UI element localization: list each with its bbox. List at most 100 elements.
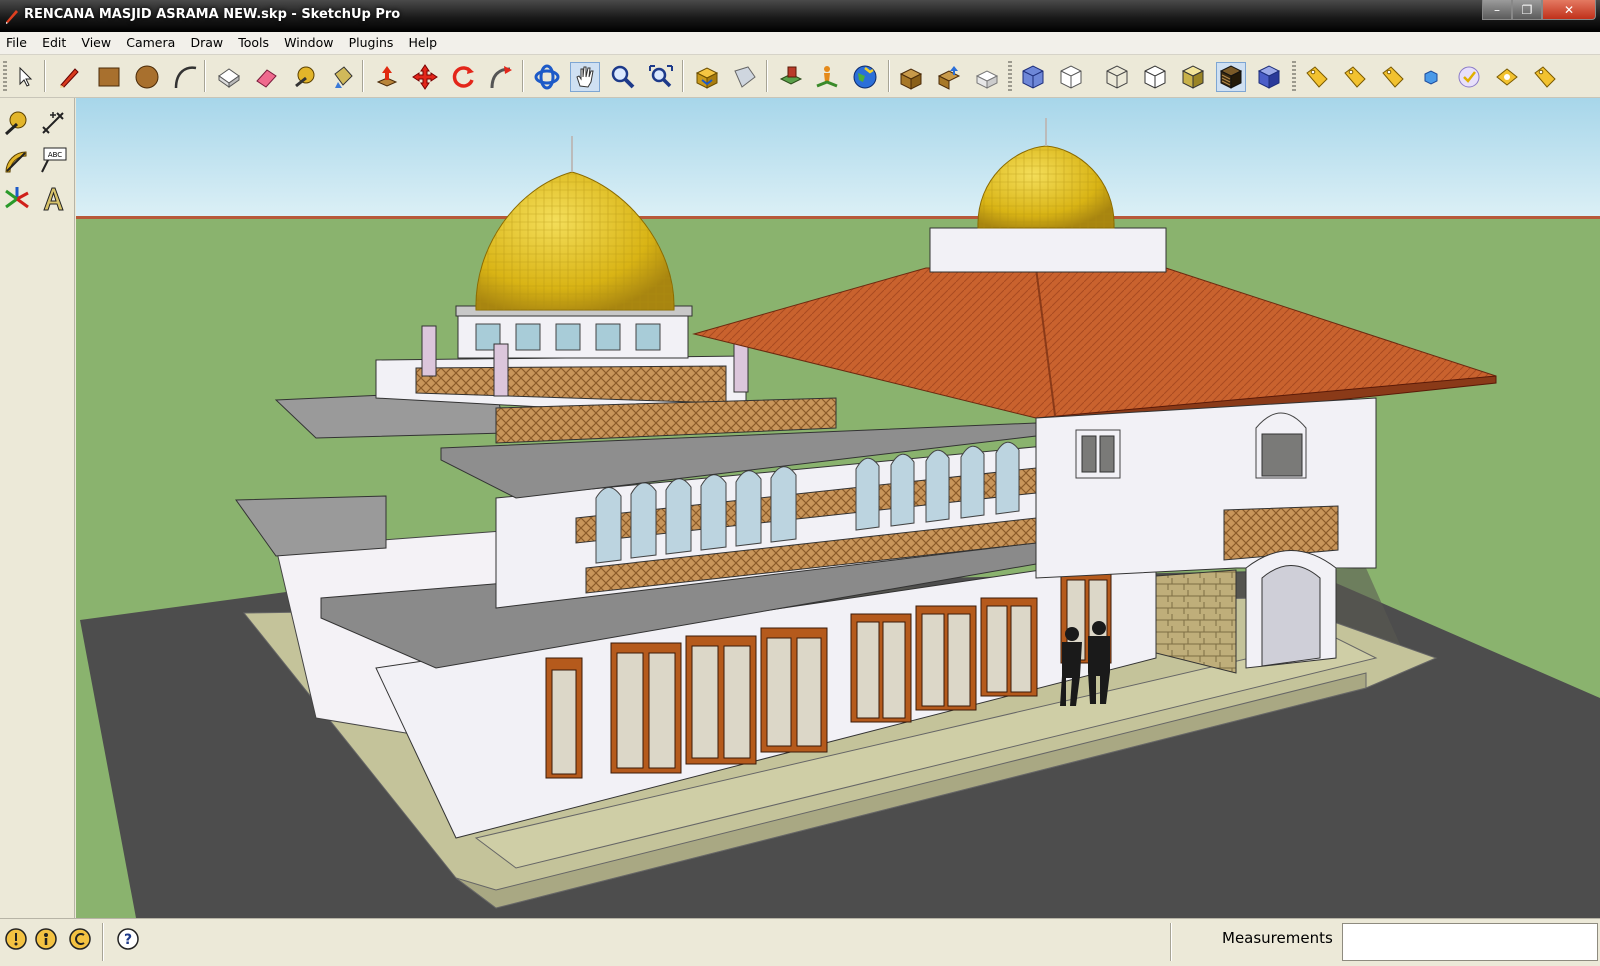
drawing-area-viewport[interactable] xyxy=(76,98,1600,918)
tape-measure-icon xyxy=(4,111,27,136)
zoom-extents-icon xyxy=(649,65,673,88)
text-label-icon: ABC xyxy=(41,147,67,173)
orbit-tool-button[interactable] xyxy=(532,62,562,92)
get-models-button[interactable] xyxy=(692,62,722,92)
tape-measure-tool-button[interactable] xyxy=(290,62,320,92)
zoom-magnifier-icon xyxy=(611,65,635,89)
arc-tool-button[interactable] xyxy=(170,62,200,92)
follow-me-tool-button[interactable] xyxy=(486,62,516,92)
sketchup-app-icon xyxy=(6,10,18,24)
pan-hand-icon xyxy=(576,66,594,88)
menu-camera[interactable]: Camera xyxy=(120,32,180,50)
zoom-extents-button[interactable] xyxy=(646,62,676,92)
upload-component-button[interactable] xyxy=(934,62,964,92)
plugin-tag-3-button[interactable] xyxy=(1378,62,1408,92)
minimize-button[interactable]: – xyxy=(1482,0,1512,20)
dimension-tool-button[interactable] xyxy=(36,106,70,140)
tape-measure-icon xyxy=(295,66,315,88)
shaded-style-button[interactable] xyxy=(1178,62,1208,92)
geo-location-icon[interactable] xyxy=(4,927,28,951)
plugin-cube-button[interactable] xyxy=(1416,62,1446,92)
rotate-tool-button[interactable] xyxy=(448,62,478,92)
hidden-line-style-button[interactable] xyxy=(1140,62,1170,92)
title-bar: RENCANA MASJID ASRAMA NEW.skp - SketchUp… xyxy=(0,0,1600,32)
plugin-tag-m-button[interactable] xyxy=(1302,62,1332,92)
wireframe-style-button[interactable] xyxy=(1102,62,1132,92)
eraser-icon xyxy=(256,69,277,88)
user-account-icon[interactable] xyxy=(68,927,92,951)
box-up-icon xyxy=(937,66,961,90)
eraser-tool-button[interactable] xyxy=(252,62,282,92)
plugin-check-button[interactable] xyxy=(1454,62,1484,92)
menu-window[interactable]: Window xyxy=(278,32,338,50)
pencil-tool-button[interactable] xyxy=(54,62,84,92)
axes-tool-button[interactable] xyxy=(0,182,34,216)
back-edges-cube-icon xyxy=(1060,65,1082,89)
tag-icon xyxy=(1344,66,1366,88)
back-edges-style-button[interactable] xyxy=(1056,62,1086,92)
select-tool-button[interactable] xyxy=(10,62,40,92)
menu-view[interactable]: View xyxy=(75,32,116,50)
menu-draw[interactable]: Draw xyxy=(184,32,228,50)
dynamic-components-button[interactable] xyxy=(972,62,1002,92)
box-down-icon xyxy=(899,68,923,90)
plugin-tag-2-button[interactable] xyxy=(1340,62,1370,92)
follow-me-icon xyxy=(490,66,512,89)
make-component-button[interactable] xyxy=(214,62,244,92)
person-marker-icon xyxy=(816,66,838,88)
svg-text:ABC: ABC xyxy=(48,151,62,159)
credits-icon[interactable] xyxy=(34,927,58,951)
paint-bucket-tool-button[interactable] xyxy=(328,62,358,92)
xray-style-button[interactable] xyxy=(1018,62,1048,92)
pencil-icon xyxy=(60,68,79,88)
textured-cube-icon xyxy=(1219,65,1243,89)
arc-icon xyxy=(174,66,197,89)
component-box-icon xyxy=(975,70,999,89)
measurements-label: Measurements xyxy=(1222,929,1333,947)
text-tool-button[interactable]: ABC xyxy=(36,144,70,178)
protractor-tool-button[interactable] xyxy=(0,144,34,178)
move-tool-button[interactable] xyxy=(410,62,440,92)
window-title: RENCANA MASJID ASRAMA NEW.skp - SketchUp… xyxy=(24,7,401,22)
shaded-textures-style-button[interactable] xyxy=(1216,62,1246,92)
menu-plugins[interactable]: Plugins xyxy=(343,32,399,50)
toggle-terrain-button[interactable] xyxy=(812,62,842,92)
construction-toolbar: ABC xyxy=(0,98,75,918)
menu-edit[interactable]: Edit xyxy=(36,32,71,50)
dimension-icon xyxy=(42,112,64,134)
circle-tool-button[interactable] xyxy=(132,62,162,92)
measurements-input[interactable] xyxy=(1342,923,1598,961)
google-earth-icon xyxy=(853,65,877,89)
add-location-button[interactable] xyxy=(776,62,806,92)
close-button[interactable]: ✕ xyxy=(1542,0,1596,20)
preview-google-earth-button[interactable] xyxy=(850,62,880,92)
maximize-button[interactable]: ❐ xyxy=(1512,0,1542,20)
help-icon[interactable]: ? xyxy=(116,927,140,951)
plugin-tag-4-button[interactable] xyxy=(1492,62,1522,92)
share-model-button[interactable] xyxy=(730,62,760,92)
tag-circle-icon xyxy=(1496,68,1518,86)
monochrome-cube-icon xyxy=(1257,65,1281,89)
tag-m-icon xyxy=(1306,66,1328,88)
paint-bucket-icon xyxy=(334,66,353,88)
axes-icon xyxy=(5,187,29,209)
menu-tools[interactable]: Tools xyxy=(232,32,274,50)
status-bar: ? Measurements xyxy=(0,918,1600,966)
plugin-tag-5-button[interactable] xyxy=(1530,62,1560,92)
make-component-icon xyxy=(218,68,240,88)
pan-tool-button[interactable] xyxy=(570,62,600,92)
3d-text-tool-button[interactable] xyxy=(36,182,70,216)
tape-measure-side-button[interactable] xyxy=(0,106,34,140)
xray-cube-icon xyxy=(1022,65,1044,89)
move-icon xyxy=(412,64,438,90)
menu-file[interactable]: File xyxy=(0,32,32,50)
rectangle-tool-button[interactable] xyxy=(94,62,124,92)
menu-help[interactable]: Help xyxy=(403,32,443,50)
push-pull-tool-button[interactable] xyxy=(372,62,402,92)
toolbar-grip[interactable] xyxy=(3,61,7,91)
monochrome-style-button[interactable] xyxy=(1254,62,1284,92)
import-component-button[interactable] xyxy=(896,62,926,92)
svg-text:?: ? xyxy=(124,932,132,948)
shaded-cube-icon xyxy=(1181,65,1205,89)
zoom-tool-button[interactable] xyxy=(608,62,638,92)
